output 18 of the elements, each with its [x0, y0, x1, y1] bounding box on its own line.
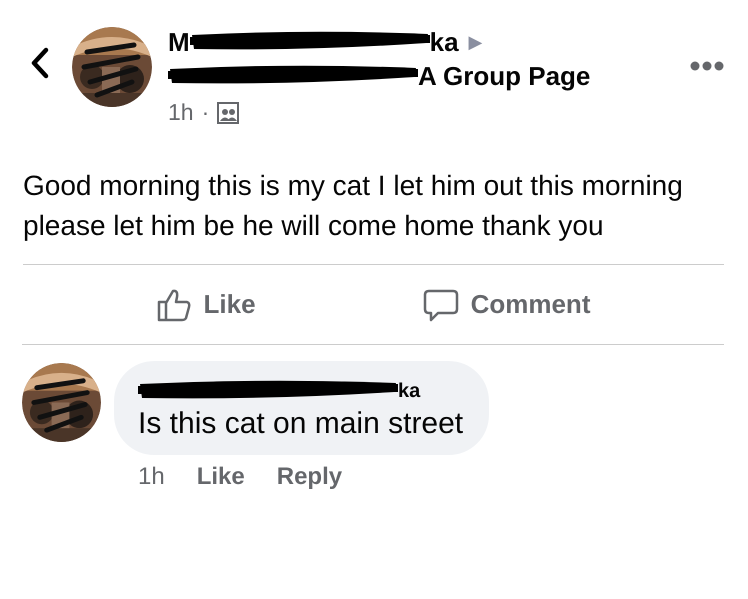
- commenter-name[interactable]: ka: [398, 380, 420, 402]
- more-options-icon[interactable]: [690, 61, 724, 71]
- comment-action-link[interactable]: Like: [196, 463, 245, 491]
- author-name[interactable]: M: [168, 26, 190, 58]
- comment-button[interactable]: Comment: [418, 282, 594, 326]
- group-name[interactable]: A Group Page: [418, 60, 590, 92]
- back-icon[interactable]: [30, 47, 50, 79]
- group-icon: [217, 102, 240, 124]
- arrow-text: ▶: [468, 31, 483, 53]
- comment-text: Is this cat on main street: [138, 407, 464, 441]
- post-text: Good morning this is my cat I let him out this morning please let him be he will come home thank you: [23, 166, 724, 265]
- comment-time: 1h: [138, 463, 165, 491]
- separator-text: ·: [202, 99, 210, 126]
- comment-action-link[interactable]: Reply: [276, 463, 342, 491]
- author-name[interactable]: ka: [430, 26, 459, 58]
- like-button[interactable]: Like: [152, 282, 260, 326]
- post-time: 1h: [168, 99, 194, 126]
- thumbs-up-icon: [156, 286, 192, 322]
